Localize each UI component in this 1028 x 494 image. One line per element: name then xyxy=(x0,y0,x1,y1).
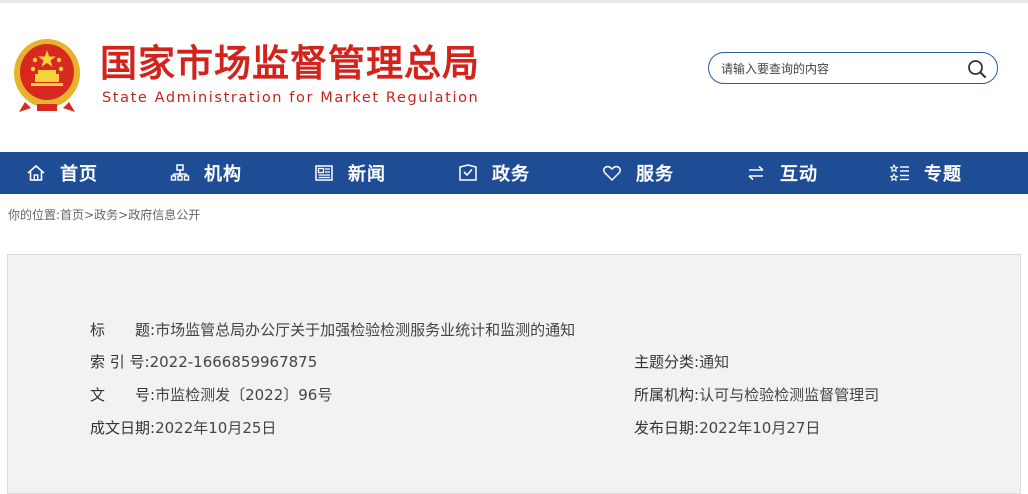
logo-chinese-text[interactable]: 国家市场监督管理总局 xyxy=(100,41,480,87)
doc-number-row: 文 号:市监检测发〔2022〕96号 xyxy=(90,385,332,405)
main-nav: 首页 机构 新闻 政务 服务 互动 专题 xyxy=(0,152,1028,194)
topic-list-icon xyxy=(890,163,909,182)
search-box xyxy=(708,52,998,84)
doc-topic-label: 主题分类: xyxy=(634,353,700,371)
doc-title-label: 标 题: xyxy=(90,321,156,339)
doc-index-row: 索 引 号:2022-1666859967875 xyxy=(90,352,317,372)
doc-written-date-row: 成文日期:2022年10月25日 xyxy=(90,418,276,438)
logo-english-text[interactable]: State Administration for Market Regulati… xyxy=(102,88,479,108)
breadcrumb-prefix: 你的位置: xyxy=(8,208,61,222)
search-input[interactable] xyxy=(719,57,963,81)
doc-publish-date-value: 2022年10月27日 xyxy=(699,419,821,437)
breadcrumb-separator: > xyxy=(84,208,95,222)
nav-item-gov[interactable]: 政务 xyxy=(458,152,530,194)
nav-item-service[interactable]: 服务 xyxy=(602,152,674,194)
nav-label-service: 服务 xyxy=(636,164,674,185)
nav-item-interact[interactable]: 互动 xyxy=(746,152,818,194)
national-emblem-icon[interactable] xyxy=(11,36,83,114)
doc-org-row: 所属机构:认可与检验检测监督管理司 xyxy=(634,385,879,405)
nav-item-org[interactable]: 机构 xyxy=(170,152,242,194)
nav-item-topic[interactable]: 专题 xyxy=(890,152,962,194)
nav-label-news: 新闻 xyxy=(348,164,386,185)
nav-label-home: 首页 xyxy=(60,164,98,185)
heart-icon xyxy=(603,165,621,182)
home-icon xyxy=(27,164,45,181)
doc-org-value: 认可与检验检测监督管理司 xyxy=(699,386,880,404)
exchange-arrows-icon xyxy=(748,165,764,181)
nav-item-home[interactable]: 首页 xyxy=(26,152,98,194)
document-info-panel: 标 题:市场监管总局办公厅关于加强检验检测服务业统计和监测的通知 索 引 号:2… xyxy=(7,254,1021,494)
breadcrumb-separator: > xyxy=(118,208,129,222)
breadcrumb-public-info-link[interactable]: 政府信息公开 xyxy=(128,208,200,222)
doc-publish-date-row: 发布日期:2022年10月27日 xyxy=(634,418,820,438)
doc-org-label: 所属机构: xyxy=(634,386,700,404)
nav-item-news[interactable]: 新闻 xyxy=(314,152,386,194)
org-chart-icon xyxy=(170,164,190,181)
doc-topic-row: 主题分类:通知 xyxy=(634,352,729,372)
doc-title-value: 市场监管总局办公厅关于加强检验检测服务业统计和监测的通知 xyxy=(155,321,576,339)
shield-check-icon xyxy=(459,164,477,181)
doc-written-date-label: 成文日期: xyxy=(90,419,156,437)
breadcrumb-home-link[interactable]: 首页 xyxy=(60,208,84,222)
site-header: 国家市场监督管理总局 State Administration for Mark… xyxy=(0,3,1028,152)
nav-label-gov: 政务 xyxy=(492,164,530,185)
breadcrumb-gov-link[interactable]: 政务 xyxy=(94,208,118,222)
doc-written-date-value: 2022年10月25日 xyxy=(155,419,277,437)
doc-topic-value: 通知 xyxy=(699,353,730,371)
nav-label-topic: 专题 xyxy=(924,164,962,185)
nav-label-org: 机构 xyxy=(204,164,242,185)
doc-number-value: 市监检测发〔2022〕96号 xyxy=(155,386,333,404)
doc-publish-date-label: 发布日期: xyxy=(634,419,700,437)
search-icon[interactable] xyxy=(967,59,987,79)
doc-index-label: 索 引 号: xyxy=(90,353,150,371)
doc-index-value: 2022-1666859967875 xyxy=(149,353,318,371)
breadcrumb: 你的位置:首页>政务>政府信息公开 xyxy=(8,206,200,223)
doc-title-row: 标 题:市场监管总局办公厅关于加强检验检测服务业统计和监测的通知 xyxy=(90,320,575,340)
newspaper-icon xyxy=(315,165,333,181)
nav-label-interact: 互动 xyxy=(780,164,818,185)
doc-number-label: 文 号: xyxy=(90,386,156,404)
